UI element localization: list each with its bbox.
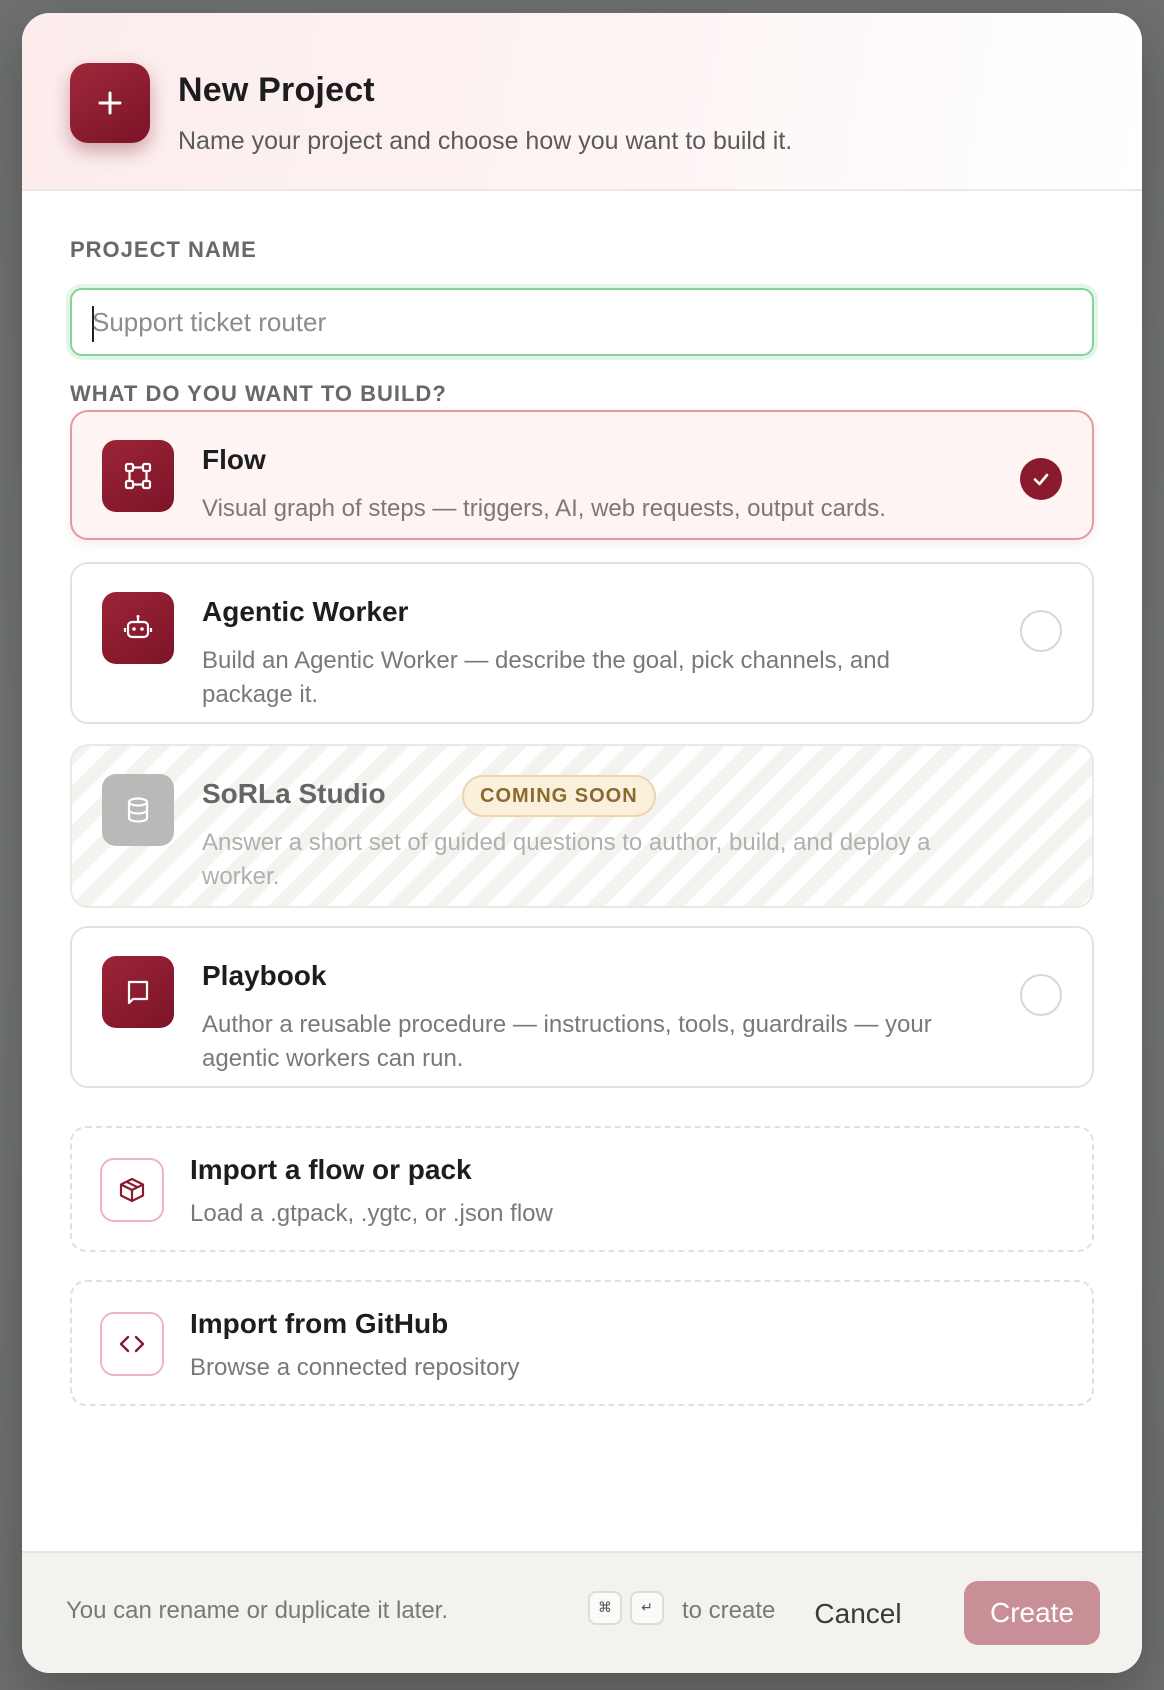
cancel-button[interactable]: Cancel [800, 1583, 916, 1645]
text-caret [92, 306, 94, 342]
option-description: Answer a short set of guided questions t… [202, 829, 931, 890]
import-github[interactable]: Import from GitHub Browse a connected re… [70, 1280, 1094, 1406]
create-button[interactable]: Create [964, 1581, 1100, 1645]
project-name-field [70, 288, 1094, 356]
shortcut-hint: to create [682, 1597, 776, 1624]
import-title: Import a flow or pack [190, 1154, 472, 1185]
option-title: SoRLa Studio [202, 778, 386, 809]
option-flow[interactable]: Flow Visual graph of steps — triggers, A… [70, 410, 1094, 540]
selected-check-icon[interactable] [1020, 458, 1062, 500]
option-description: Visual graph of steps — triggers, AI, we… [202, 495, 886, 522]
rename-hint: You can rename or duplicate it later. [66, 1597, 449, 1624]
build-type-label: WHAT DO YOU WANT TO BUILD? [70, 381, 447, 406]
dialog-footer: You can rename or duplicate it later. ⌘ … [22, 1551, 1142, 1673]
new-project-dialog: New Project Name your project and choose… [22, 13, 1142, 1673]
option-agentic-worker[interactable]: Agentic Worker Build an Agentic Worker —… [70, 562, 1094, 724]
book-icon [102, 956, 174, 1028]
option-title: Playbook [202, 960, 327, 991]
import-title: Import from GitHub [190, 1308, 449, 1339]
package-icon [100, 1158, 164, 1222]
option-title: Flow [202, 444, 266, 475]
option-description: Author a reusable procedure — instructio… [202, 1011, 932, 1072]
code-icon [100, 1312, 164, 1376]
robot-icon [102, 592, 174, 664]
import-description: Load a .gtpack, .ygtc, or .json flow [190, 1200, 553, 1227]
dialog-subtitle: Name your project and choose how you wan… [178, 127, 793, 155]
command-key-icon: ⌘ [588, 1591, 622, 1625]
project-name-label: PROJECT NAME [70, 237, 257, 262]
project-name-input[interactable] [72, 290, 1092, 354]
database-icon [102, 774, 174, 846]
import-flow-pack[interactable]: Import a flow or pack Load a .gtpack, .y… [70, 1126, 1094, 1252]
coming-soon-badge: COMING SOON [462, 775, 656, 817]
option-playbook[interactable]: Playbook Author a reusable procedure — i… [70, 926, 1094, 1088]
dialog-header: New Project Name your project and choose… [22, 13, 1142, 191]
option-title: Agentic Worker [202, 596, 409, 627]
option-sorla-studio: SoRLa Studio COMING SOON Answer a short … [70, 744, 1094, 908]
import-description: Browse a connected repository [190, 1354, 520, 1381]
option-radio[interactable] [1020, 974, 1062, 1016]
plus-icon [70, 63, 150, 143]
option-radio[interactable] [1020, 610, 1062, 652]
dialog-title: New Project [178, 71, 375, 109]
flow-graph-icon [102, 440, 174, 512]
option-description: Build an Agentic Worker — describe the g… [202, 647, 890, 708]
enter-key-icon: ↵ [630, 1591, 664, 1625]
